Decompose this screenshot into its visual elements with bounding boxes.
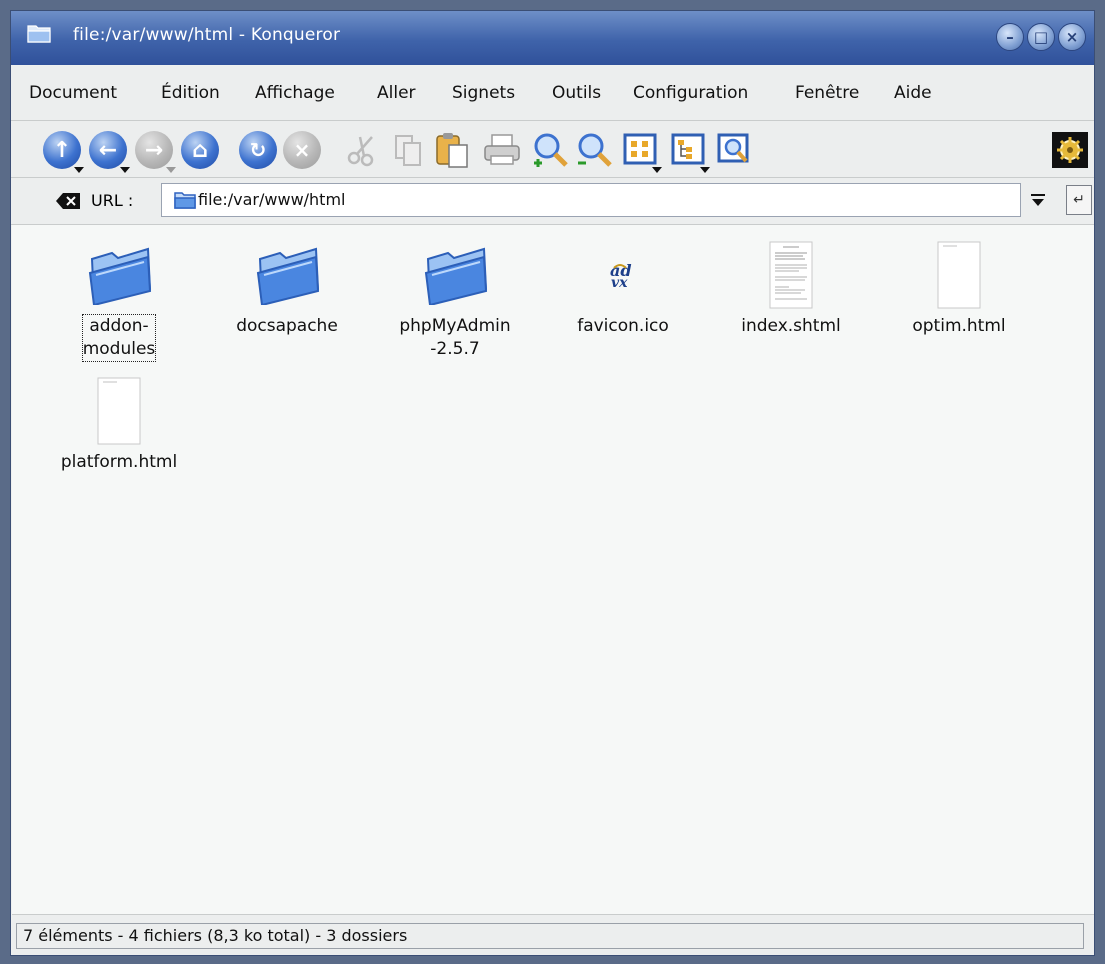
url-input[interactable]: file:/var/www/html [161,183,1021,217]
file-name: addon-modules [81,314,157,362]
home-icon[interactable]: ⌂ [179,129,221,171]
file-item[interactable]: phpMyAdmin -2.5.7 [380,235,530,361]
folder-icon [256,247,320,305]
zoom-in-icon[interactable] [529,129,571,171]
file-item[interactable]: index.shtml [716,235,866,338]
up-arrow-icon[interactable]: ↑ [41,129,84,173]
menu-configuration[interactable]: Configuration [633,83,748,103]
file-name: phpMyAdmin -2.5.7 [399,316,511,359]
svg-text:vx: vx [611,275,628,290]
menu-affichage[interactable]: Affichage [255,83,335,103]
url-value: file:/var/www/html [198,190,346,209]
chevron-down-icon[interactable] [1021,183,1055,217]
file-item[interactable]: addon-modules [44,235,194,362]
file-name: docsapache [236,316,338,336]
favicon-icon: ad vx [610,261,632,290]
menu-bar: Document Édition Affichage Aller Signets… [11,66,1094,121]
preview-icon[interactable] [713,129,755,171]
status-bar: 7 éléments - 4 fichiers (8,3 ko total) -… [12,914,1094,955]
zoom-out-icon[interactable] [573,129,615,171]
file-name: index.shtml [741,316,841,336]
back-arrow-icon[interactable]: ← [87,129,130,173]
forward-arrow-icon[interactable]: → [133,129,176,173]
print-icon[interactable] [481,129,523,171]
blank-document-icon [937,241,981,309]
cut-icon[interactable] [341,129,383,171]
menu-signets[interactable]: Signets [452,83,515,103]
file-item[interactable]: platform.html [44,371,194,474]
document-thumbnail-icon [769,241,813,309]
stop-icon[interactable]: × [281,129,323,171]
menu-aide[interactable]: Aide [894,83,932,103]
file-item[interactable]: docsapache [212,235,362,338]
file-item[interactable]: ad vx favicon.ico [548,235,698,338]
folder-icon [27,25,51,43]
icon-view-icon[interactable] [619,129,662,173]
menu-aller[interactable]: Aller [377,83,416,103]
konqueror-gear-icon[interactable] [1049,129,1091,171]
file-view[interactable]: addon-modules docsapache phpMyAdmin -2.5… [12,225,1094,915]
maximize-icon[interactable]: □ [1027,23,1055,51]
folder-icon [174,192,196,209]
title-bar[interactable]: file:/var/www/html - Konqueror – □ × [11,11,1094,65]
tree-view-icon[interactable] [667,129,710,173]
window-title: file:/var/www/html - Konqueror [73,25,341,45]
menu-fenetre[interactable]: Fenêtre [795,83,859,103]
file-name: optim.html [912,316,1006,336]
minimize-icon[interactable]: – [996,23,1024,51]
file-name: favicon.ico [577,316,669,336]
paste-icon[interactable] [431,129,473,171]
folder-icon [424,247,488,305]
blank-document-icon [97,377,141,445]
main-toolbar: ↑ ← → ⌂ ↻ × [11,121,1094,178]
folder-icon [88,247,152,305]
file-name: platform.html [60,452,178,472]
url-label: URL : [91,191,134,210]
reload-icon[interactable]: ↻ [237,129,279,171]
close-icon[interactable]: × [1058,23,1086,51]
konqueror-window: file:/var/www/html - Konqueror – □ × Doc… [10,10,1095,956]
menu-document[interactable]: Document [29,83,117,103]
menu-outils[interactable]: Outils [552,83,601,103]
copy-icon[interactable] [387,129,429,171]
menu-edition[interactable]: Édition [161,83,220,103]
go-icon[interactable]: ↵ [1066,185,1092,215]
location-bar: URL : file:/var/www/html ↵ [11,178,1094,225]
status-text: 7 éléments - 4 fichiers (8,3 ko total) -… [16,923,1084,949]
file-item[interactable]: optim.html [884,235,1034,338]
clear-location-icon[interactable] [55,192,81,210]
